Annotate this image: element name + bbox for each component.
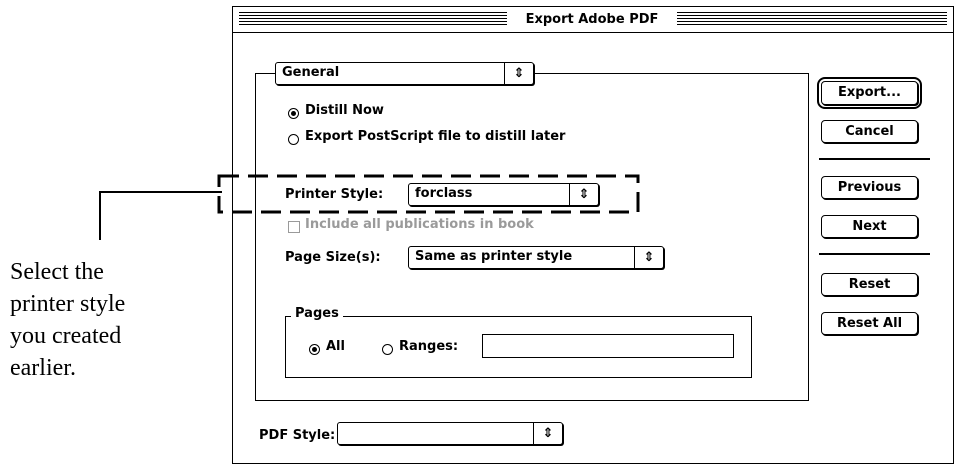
printer-style-highlight (217, 174, 640, 214)
